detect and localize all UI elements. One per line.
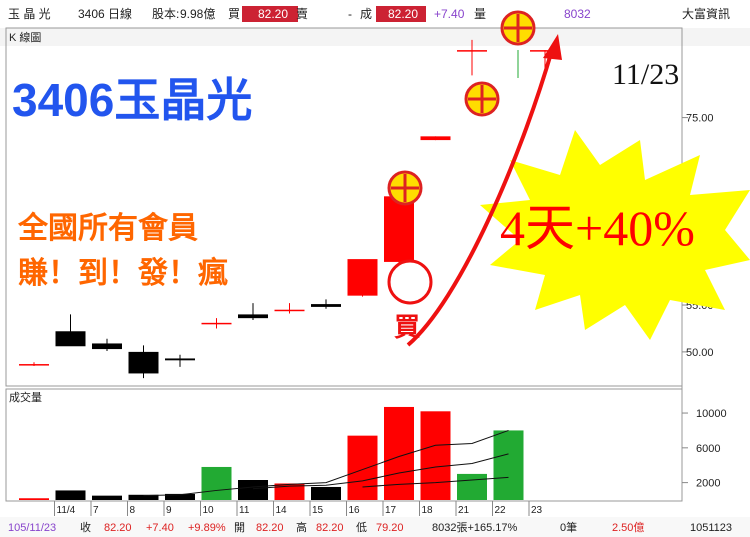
volume-bar xyxy=(201,466,232,500)
buy-circle-marker xyxy=(387,259,433,305)
volume-bar xyxy=(457,473,487,500)
header-trade-value: 82.20 xyxy=(388,7,418,21)
limit-up-badge-3 xyxy=(500,10,536,46)
x-tick-label: 10 xyxy=(203,505,215,516)
candle-body xyxy=(274,309,305,312)
candle-body xyxy=(457,50,487,52)
volume-y-tick-label: 2000 xyxy=(696,478,720,490)
volume-y-tick-label: 6000 xyxy=(696,443,720,455)
footer-open-label: 開 xyxy=(234,521,245,534)
x-tick-label: 8 xyxy=(130,505,136,516)
kline-y-tick-label: 50.00 xyxy=(686,347,714,359)
slogan-line-2: 賺！到！發！瘋 xyxy=(18,256,228,290)
volume-y-tick-label: 10000 xyxy=(696,408,727,420)
x-tick-label: 14 xyxy=(276,505,288,516)
x-tick-label: 16 xyxy=(349,505,361,516)
buy-char: 買 xyxy=(394,312,420,342)
candle-body xyxy=(201,322,232,325)
kline-panel-label: K 線圖 xyxy=(9,30,41,44)
volume-bar xyxy=(55,490,86,500)
header-code-period: 3406 日線 xyxy=(78,6,132,21)
footer-trades: 0筆 xyxy=(560,520,577,534)
candle-body xyxy=(19,364,49,366)
date-label: 11/23 xyxy=(612,58,679,91)
burst-text: 4天+40% xyxy=(500,200,695,256)
stock-title: 3406玉晶光 xyxy=(12,74,252,126)
header-dash: - xyxy=(348,7,352,21)
candle-body xyxy=(347,259,378,296)
x-tick-label: 15 xyxy=(312,505,324,516)
footer-date: 105/11/23 xyxy=(8,522,56,534)
volume-panel-label: 成交量 xyxy=(9,390,42,404)
footer-code: 1051123 xyxy=(690,522,732,534)
candle-body xyxy=(311,304,341,307)
x-tick-label: 22 xyxy=(495,505,507,516)
candle-body xyxy=(128,351,159,374)
footer-close-value: 82.20 xyxy=(104,522,132,534)
volume-bar xyxy=(238,480,268,500)
volume-bar xyxy=(493,430,524,500)
footer-high-value: 82.20 xyxy=(316,522,344,534)
x-tick-label: 21 xyxy=(458,505,470,516)
x-tick-label: 9 xyxy=(166,505,172,516)
footer-low-value: 79.20 xyxy=(376,522,404,534)
footer-high-label: 高 xyxy=(296,520,307,534)
footer-volume: 8032張+165.17% xyxy=(432,521,518,534)
candle-body xyxy=(384,196,414,262)
x-tick-label: 11 xyxy=(239,505,250,516)
chart-screenshot: 玉 晶 光 3406 日線 股本: 9.98億 買 82.20 賣 - 成 82… xyxy=(0,0,750,537)
x-tick-label: 23 xyxy=(531,505,543,516)
header-sell-label: 賣 xyxy=(296,6,308,21)
header-source: 大富資訊 xyxy=(682,6,730,21)
footer-amount: 2.50億 xyxy=(612,521,644,534)
candle-body xyxy=(92,343,122,350)
header-volume-value: 8032 xyxy=(564,7,591,21)
footer-change: +7.40 xyxy=(146,522,174,534)
volume-bar xyxy=(19,498,49,500)
footer-open-value: 82.20 xyxy=(256,522,284,534)
limit-up-badge-2 xyxy=(464,81,500,117)
footer-pct: +9.89% xyxy=(188,522,226,534)
volume-bar xyxy=(420,411,451,500)
header-volume-label: 量 xyxy=(474,7,486,21)
header-trade-label: 成 xyxy=(360,7,372,21)
x-tick-label: 17 xyxy=(385,505,397,516)
header-buy-value: 82.20 xyxy=(258,7,288,21)
header-capital-value: 9.98億 xyxy=(180,7,215,21)
header-stock-name: 玉 晶 光 xyxy=(8,7,51,21)
candle-body xyxy=(420,136,451,141)
volume-bar xyxy=(92,495,122,500)
kline-header-bar xyxy=(0,28,750,46)
x-tick-label: 18 xyxy=(422,505,434,516)
candle-body xyxy=(238,314,268,319)
header-buy-label: 買 xyxy=(228,7,240,21)
volume-bar xyxy=(347,435,378,500)
volume-bar xyxy=(311,486,341,500)
slogan-line-1: 全國所有會員 xyxy=(17,211,198,245)
footer-low-label: 低 xyxy=(356,521,367,534)
header-capital-label: 股本: xyxy=(152,7,179,21)
candle-body xyxy=(165,358,195,361)
x-tick-label: 11/4 xyxy=(57,505,76,516)
kline-y-tick-label: 75.00 xyxy=(686,113,714,125)
chart-svg: 玉 晶 光 3406 日線 股本: 9.98億 買 82.20 賣 - 成 82… xyxy=(0,0,750,537)
limit-up-badge-1 xyxy=(387,170,423,206)
x-tick-label: 7 xyxy=(93,505,99,516)
candle-body xyxy=(55,331,86,347)
header-change: +7.40 xyxy=(434,7,465,21)
footer-close-label: 收 xyxy=(80,520,91,534)
